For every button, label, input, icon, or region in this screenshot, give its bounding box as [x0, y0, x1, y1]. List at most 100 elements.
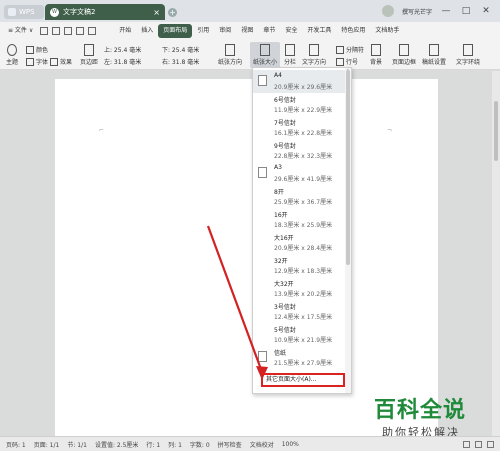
redo-icon[interactable]	[88, 27, 97, 35]
menu-tab-assistant[interactable]: 文档助手	[370, 24, 404, 38]
menu-tab-chapter[interactable]: 章节	[258, 24, 280, 38]
watermark-brand: 百科全说	[374, 398, 467, 423]
document-scrollbar[interactable]	[492, 71, 500, 436]
menu-tab-security[interactable]: 安全	[280, 24, 302, 38]
maximize-button[interactable]: □	[460, 6, 472, 16]
page-view-icon[interactable]	[463, 440, 470, 448]
paper-size: 16.1厘米 x 22.8厘米	[274, 130, 333, 137]
menu-tab-insert[interactable]: 插入	[136, 24, 158, 38]
line-number-button[interactable]: 行号	[336, 57, 358, 66]
menu-tab-developer[interactable]: 开发工具	[302, 24, 336, 38]
effects-button[interactable]: 效果	[50, 57, 72, 66]
break-label: 分隔符	[346, 47, 365, 54]
status-words[interactable]: 字数: 0	[190, 440, 210, 449]
font-label: 字体	[36, 59, 49, 66]
dropdown-scrollbar-thumb[interactable]	[346, 70, 350, 265]
paper-option[interactable]: A3 29.6厘米 x 41.9厘米	[253, 162, 345, 185]
file-menu[interactable]: ≡ 文件 ∨	[0, 24, 38, 38]
title-bar: WPS W 文字文稿2 × + 撰写光芒字 — □ ✕	[0, 0, 500, 22]
wps-home-tab[interactable]: WPS	[4, 5, 44, 19]
menu-tab-references[interactable]: 引用	[192, 24, 214, 38]
paper-size: 22.8厘米 x 32.3厘米	[274, 153, 333, 160]
theme-button[interactable]: 主题	[6, 44, 18, 66]
dropdown-scrollbar[interactable]: ▲	[345, 68, 351, 393]
page-border-button[interactable]: 页面边框	[392, 44, 416, 66]
paper-option[interactable]: 大32开 13.9厘米 x 20.2厘米	[253, 277, 345, 300]
menu-tab-home[interactable]: 开始	[114, 24, 136, 38]
columns-icon	[285, 44, 295, 56]
text-direction-button[interactable]: 文字方向	[302, 44, 326, 66]
font-button[interactable]: 字体	[26, 57, 48, 66]
paper-option[interactable]: 16开 18.3厘米 x 25.9厘米	[253, 208, 345, 231]
paper-option[interactable]: 3号信封 12.4厘米 x 17.5厘米	[253, 300, 345, 323]
text-wrap-button[interactable]: 文字环绕	[456, 44, 480, 66]
paper-size-button[interactable]: 纸张大小	[250, 42, 280, 68]
paper-name: 6号信封	[274, 97, 296, 104]
break-icon	[336, 45, 344, 54]
document-tab[interactable]: W 文字文稿2 ×	[45, 4, 165, 20]
web-view-icon[interactable]	[475, 440, 482, 448]
undo-icon[interactable]	[76, 27, 85, 35]
background-button[interactable]: 背景	[370, 44, 382, 66]
paper-name: 7号信封	[274, 120, 296, 127]
paper-size: 20.9厘米 x 29.6厘米	[274, 84, 333, 91]
orientation-button[interactable]: 纸张方向	[218, 44, 242, 66]
paper-option[interactable]: 7号信封 16.1厘米 x 22.8厘米	[253, 116, 345, 139]
page-margin-icon	[84, 44, 94, 56]
paper-option[interactable]: 信纸 21.5厘米 x 27.9厘米	[253, 346, 345, 369]
text-direction-icon	[309, 44, 319, 56]
paper-name: 5号信封	[274, 327, 296, 334]
other-page-size-button[interactable]: 其它页面大小(A)...	[261, 373, 345, 387]
background-icon	[371, 44, 381, 56]
page-margin-button[interactable]: 页边距	[80, 44, 98, 66]
menu-bar: ≡ 文件 ∨ 开始 插入 页面布局 引用 审阅 视图 章节 安全 开发工具 特色…	[0, 22, 500, 40]
print-icon[interactable]	[64, 27, 73, 35]
zoom-level[interactable]: 100%	[282, 441, 299, 448]
document-area: ⌐ ¬	[0, 71, 500, 439]
paper-name: 大32开	[274, 281, 294, 288]
document-page[interactable]: ⌐ ¬	[55, 79, 438, 439]
spell-check-toggle[interactable]: 拼写检查	[218, 440, 242, 449]
user-name[interactable]: 撰写光芒字	[402, 7, 432, 16]
close-window-button[interactable]: ✕	[480, 6, 492, 16]
colors-button[interactable]: 颜色	[26, 45, 48, 54]
paper-name: 8开	[274, 189, 284, 196]
page-border-icon	[399, 44, 409, 56]
close-tab-icon[interactable]: ×	[153, 8, 160, 17]
minimize-button[interactable]: —	[440, 6, 452, 16]
text-wrap-label: 文字环绕	[456, 59, 481, 66]
menu-tab-view[interactable]: 视图	[236, 24, 258, 38]
paper-option-a4[interactable]: A4 20.9厘米 x 29.6厘米	[253, 70, 345, 93]
status-section: 节: 1/1	[67, 441, 87, 449]
doc-check-button[interactable]: 文档校对	[250, 440, 274, 449]
menu-tab-special[interactable]: 特色应用	[336, 24, 370, 38]
new-doc-icon[interactable]	[40, 27, 49, 35]
columns-button[interactable]: 分栏	[284, 44, 296, 66]
paper-option[interactable]: 5号信封 10.9厘米 x 21.9厘米	[253, 323, 345, 346]
margin-bottom-value: 下: 25.4 毫米	[162, 47, 200, 54]
avatar[interactable]	[381, 5, 394, 17]
paper-option[interactable]: 9号信封 22.8厘米 x 32.3厘米	[253, 139, 345, 162]
paper-option[interactable]: 大16开 20.9厘米 x 28.4厘米	[253, 231, 345, 254]
font-icon	[26, 57, 34, 66]
margin-top-value: 上: 25.4 毫米	[104, 47, 142, 54]
save-icon[interactable]	[52, 27, 61, 35]
menu-tab-review[interactable]: 审阅	[214, 24, 236, 38]
paper-option[interactable]: 6号信封 11.9厘米 x 22.9厘米	[253, 93, 345, 116]
new-tab-button[interactable]: +	[168, 8, 177, 17]
scrollbar-thumb[interactable]	[494, 101, 498, 161]
view-mode-icons	[463, 440, 500, 448]
outline-view-icon[interactable]	[487, 440, 494, 448]
line-number-icon	[336, 57, 344, 66]
draft-setting-button[interactable]: 稿纸设置	[422, 44, 446, 66]
margin-left-field[interactable]: 左: 31.8 毫米	[104, 57, 141, 66]
menu-tab-page-layout[interactable]: 页面布局	[158, 24, 193, 38]
status-pages: 页面: 1/1	[33, 441, 60, 449]
paper-option[interactable]: 8开 25.9厘米 x 36.7厘米	[253, 185, 345, 208]
paper-option[interactable]: 32开 12.9厘米 x 18.3厘米	[253, 254, 345, 277]
paper-size-icon	[260, 44, 270, 56]
margin-right-field[interactable]: 右: 31.8 毫米	[162, 57, 199, 66]
margin-top-field[interactable]: 上: 25.4 毫米	[104, 45, 141, 54]
margin-bottom-field[interactable]: 下: 25.4 毫米	[162, 45, 199, 54]
break-button[interactable]: 分隔符	[336, 45, 364, 54]
